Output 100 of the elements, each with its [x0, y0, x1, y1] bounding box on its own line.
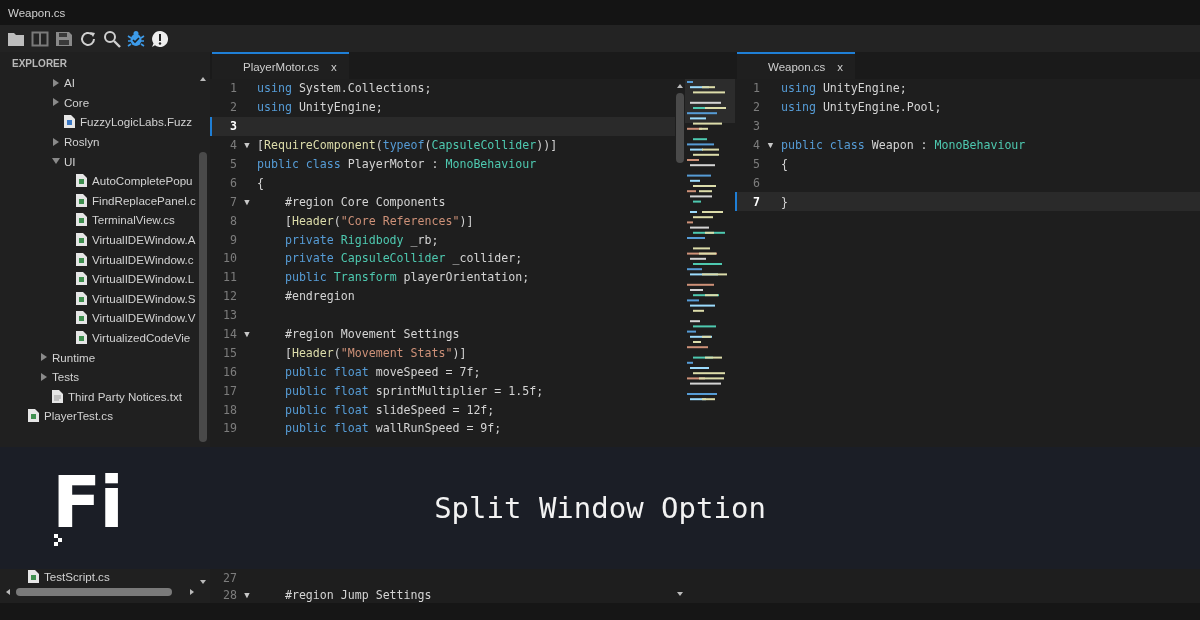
save-icon[interactable] — [55, 29, 73, 48]
file-icon — [28, 409, 39, 423]
code-line: { — [781, 157, 788, 171]
line-number: 28 — [222, 587, 237, 602]
folder-label[interactable]: Runtime — [52, 350, 96, 364]
line-number: 6 — [752, 175, 760, 190]
fold-toggle[interactable]: ▼ — [244, 329, 250, 339]
file-label[interactable]: VirtualIDEWindow.V — [92, 311, 196, 325]
code-line: private Rigidbody _rb; — [283, 232, 439, 247]
code-line: public float sprintMultiplier = 1.5f; — [283, 383, 544, 398]
file-icon — [76, 331, 87, 344]
code-line: public class Weapon : MonoBehaviour — [781, 138, 1026, 153]
code-line: [RequireComponent(typeof(CapsuleCollider))] — [257, 138, 558, 153]
disclosure-arrow-icon[interactable] — [52, 137, 60, 146]
line-number: 4 — [752, 138, 760, 153]
line-number: 16 — [222, 364, 237, 379]
file-icon — [28, 570, 39, 584]
line-number: 27 — [222, 570, 237, 585]
line-number: 1 — [752, 81, 760, 96]
file-label[interactable]: VirtualIDEWindow.S — [92, 291, 196, 305]
folder-label[interactable]: AI — [64, 76, 75, 90]
file-label[interactable]: TestScript.cs — [44, 570, 110, 584]
file-icon — [76, 174, 87, 188]
file-label[interactable]: VirtualIDEWindow.L — [92, 272, 195, 286]
alert-icon[interactable] — [151, 29, 169, 48]
file-label[interactable]: AutoCompletePopu — [92, 174, 193, 188]
line-number: 9 — [229, 232, 237, 247]
line-number: 5 — [752, 157, 760, 171]
code-line: public class PlayerMotor : MonoBehaviour — [257, 157, 537, 171]
file-label[interactable]: FindReplacePanel.c — [92, 193, 196, 207]
file-label[interactable]: Third Party Notices.txt — [68, 389, 183, 403]
line-number: 10 — [222, 251, 237, 266]
file-label[interactable]: VirtualizedCodeVie — [92, 331, 191, 344]
line-number: 5 — [229, 157, 237, 171]
editor-tab[interactable]: PlayerMotor.cs x — [212, 52, 349, 79]
line-number: 7 — [229, 194, 237, 209]
line-number: 6 — [229, 175, 237, 190]
file-label[interactable]: TerminalView.cs — [92, 213, 175, 227]
disclosure-arrow-icon[interactable] — [40, 353, 48, 362]
file-label[interactable]: VirtualIDEWindow.A — [92, 233, 196, 247]
code-line: using UnityEngine; — [257, 100, 383, 115]
line-number: 13 — [222, 308, 237, 323]
banner-title: Split Window Option — [433, 491, 767, 525]
code-line: public float moveSpeed = 7f; — [283, 364, 481, 379]
code-line: #region Core Components — [283, 194, 446, 209]
file-icon — [76, 213, 87, 227]
file-icon — [76, 233, 87, 247]
code-line: { — [257, 175, 264, 190]
code-line: } — [781, 194, 788, 209]
folder-label[interactable]: Core — [64, 95, 90, 109]
explorer-header: EXPLORER — [11, 57, 68, 71]
line-number: 1 — [229, 81, 237, 96]
file-label[interactable]: PlayerTest.cs — [44, 409, 113, 423]
code-line: #region Movement Settings — [283, 327, 460, 341]
file-icon — [76, 193, 87, 207]
file-icon — [76, 311, 87, 325]
code-line: public Transform playerOrientation; — [283, 270, 530, 285]
code-line: public float slideSpeed = 12f; — [283, 402, 495, 417]
line-number: 17 — [222, 383, 237, 398]
line-number: 12 — [222, 289, 237, 304]
logo: Fi — [52, 469, 122, 535]
line-number: 14 — [222, 327, 237, 341]
code-line: [Header("Movement Stats")] — [283, 345, 467, 360]
fold-toggle[interactable]: ▼ — [767, 140, 774, 151]
search-icon[interactable] — [103, 29, 121, 48]
code-line: #endregion — [283, 289, 355, 304]
code-line: using UnityEngine; — [781, 81, 907, 96]
line-number: 4 — [229, 138, 237, 153]
code-line: [Header("Core References")] — [283, 213, 474, 228]
refresh-icon[interactable] — [79, 29, 97, 48]
file-icon — [64, 115, 75, 129]
line-number: 7 — [752, 194, 760, 209]
disclosure-arrow-icon[interactable] — [40, 372, 48, 381]
split-view-icon[interactable] — [31, 29, 49, 48]
folder-label[interactable]: Tests — [52, 370, 80, 384]
file-label[interactable]: VirtualIDEWindow.c — [92, 252, 194, 266]
bug-icon[interactable] — [127, 29, 145, 48]
folder-label[interactable]: Roslyn — [64, 135, 100, 149]
code-line: #region Jump Settings — [283, 587, 432, 602]
code-line: private CapsuleCollider _collider; — [283, 251, 523, 266]
file-icon — [76, 252, 87, 266]
line-number: 2 — [752, 100, 760, 115]
folder-label[interactable]: UI — [64, 154, 76, 168]
line-number: 2 — [229, 100, 237, 115]
line-number: 15 — [222, 345, 237, 360]
fold-toggle[interactable]: ▼ — [244, 196, 250, 207]
file-icon — [76, 272, 87, 286]
disclosure-arrow-icon[interactable] — [52, 98, 60, 107]
disclosure-arrow-icon[interactable] — [52, 78, 60, 87]
fold-toggle[interactable]: ▼ — [244, 140, 250, 151]
line-number: 11 — [222, 270, 237, 285]
editor-tab[interactable]: Weapon.cs x — [737, 52, 856, 79]
code-line: using UnityEngine.Pool; — [781, 100, 942, 115]
disclosure-arrow-icon[interactable] — [52, 157, 60, 166]
line-number: 8 — [229, 213, 237, 228]
fold-toggle[interactable]: ▼ — [244, 589, 250, 600]
line-number: 3 — [752, 119, 760, 134]
code-line: using System.Collections; — [257, 81, 432, 96]
line-number: 18 — [222, 402, 237, 417]
file-label[interactable]: FuzzyLogicLabs.Fuzz — [80, 115, 193, 129]
